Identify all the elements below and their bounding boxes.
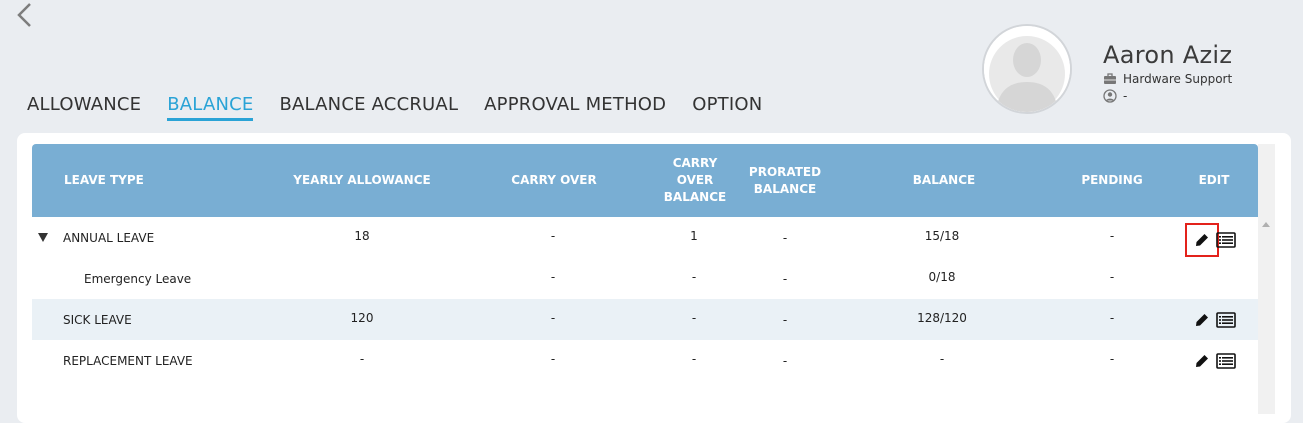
tab-option[interactable]: OPTION	[692, 94, 762, 121]
vertical-scrollbar[interactable]	[1258, 144, 1275, 414]
back-button[interactable]	[14, 2, 38, 28]
edit-pencil-button[interactable]	[1194, 312, 1210, 328]
edit-pencil-button[interactable]	[1185, 222, 1219, 257]
cell-yearly-allowance	[322, 258, 402, 299]
leave-balance-table: LEAVE TYPE YEARLY ALLOWANCE CARRY OVER C…	[32, 144, 1258, 381]
cell-pending: -	[1109, 270, 1115, 284]
user-circle-icon	[1103, 88, 1117, 103]
pencil-icon	[1196, 354, 1208, 367]
employee-name: Aaron Aziz	[1103, 41, 1233, 69]
cell-prorated-balance: -	[782, 271, 788, 286]
cell-yearly-allowance: 120	[350, 311, 374, 325]
header-carry-over: CARRY OVER	[511, 173, 597, 187]
row-edit-actions	[1185, 219, 1236, 260]
cell-yearly-allowance: -	[359, 352, 365, 366]
cell-leave-type: Emergency Leave	[84, 271, 192, 286]
cell-prorated-balance: -	[782, 312, 788, 327]
cell-yearly-allowance: 18	[354, 229, 370, 243]
list-details-icon[interactable]	[1216, 311, 1236, 328]
tab-balance-accrual[interactable]: BALANCE ACCRUAL	[279, 94, 458, 121]
table-row: ANNUAL LEAVE 18 - 1 - 15/18 -	[32, 217, 1258, 258]
list-details-icon[interactable]	[1216, 231, 1236, 248]
briefcase-icon	[1104, 72, 1116, 84]
table-row: SICK LEAVE 120 - - - 128/120 -	[32, 299, 1258, 340]
scroll-up-arrow-icon[interactable]	[1262, 222, 1270, 227]
pencil-icon	[1196, 233, 1208, 246]
cell-carry-over-balance: 1	[690, 229, 698, 243]
department-label: Hardware Support	[1123, 71, 1233, 86]
cell-pending: -	[1109, 311, 1115, 325]
header-balance: BALANCE	[912, 173, 976, 187]
row-edit-actions	[1194, 299, 1236, 340]
header-carry-over-balance: CARRY OVER BALANCE	[663, 156, 727, 204]
header-yearly-allowance: YEARLY ALLOWANCE	[293, 173, 431, 187]
cell-carry-over-balance: -	[691, 352, 697, 366]
expand-caret-icon[interactable]	[38, 233, 48, 242]
department-row: Hardware Support	[1103, 70, 1232, 87]
cell-carry-over-balance: -	[691, 270, 697, 284]
cell-balance: 128/120	[917, 311, 967, 325]
edit-pencil-button[interactable]	[1194, 353, 1210, 369]
row-edit-actions	[1194, 340, 1236, 381]
chevron-left-icon	[17, 3, 31, 27]
cell-balance: -	[939, 352, 945, 366]
tab-balance[interactable]: BALANCE	[167, 94, 254, 121]
cell-pending: -	[1109, 229, 1115, 243]
avatar[interactable]	[982, 24, 1072, 114]
manager-row: -	[1103, 87, 1232, 104]
cell-carry-over: -	[550, 270, 556, 284]
table-header: LEAVE TYPE YEARLY ALLOWANCE CARRY OVER C…	[32, 144, 1258, 217]
cell-balance: 0/18	[928, 270, 956, 284]
cell-balance: 15/18	[924, 229, 960, 243]
header-pending: PENDING	[1081, 173, 1143, 187]
tab-allowance[interactable]: ALLOWANCE	[27, 94, 141, 121]
cell-carry-over-balance: -	[691, 311, 697, 325]
profile-panel: Aaron Aziz Hardware Support -	[982, 24, 1232, 114]
cell-carry-over: -	[550, 229, 556, 243]
tab-approval-method[interactable]: APPROVAL METHOD	[484, 94, 666, 121]
header-prorated-balance: PRORATED BALANCE	[748, 164, 822, 196]
list-details-icon[interactable]	[1216, 352, 1236, 369]
cell-leave-type: SICK LEAVE	[63, 312, 132, 327]
cell-leave-type: REPLACEMENT LEAVE	[63, 353, 193, 368]
manager-label: -	[1123, 88, 1128, 103]
cell-prorated-balance: -	[782, 230, 788, 245]
user-placeholder-icon	[984, 26, 1070, 112]
header-leave-type: LEAVE TYPE	[64, 173, 144, 187]
cell-leave-type: ANNUAL LEAVE	[63, 230, 155, 245]
table-row: REPLACEMENT LEAVE - - - - - -	[32, 340, 1258, 381]
table-row: Emergency Leave - - - 0/18 -	[32, 258, 1258, 299]
cell-pending: -	[1109, 352, 1115, 366]
tab-bar: ALLOWANCE BALANCE BALANCE ACCRUAL APPROV…	[27, 94, 788, 121]
cell-carry-over: -	[550, 352, 556, 366]
cell-carry-over: -	[550, 311, 556, 325]
pencil-icon	[1196, 313, 1208, 326]
header-edit: EDIT	[1198, 173, 1230, 187]
cell-prorated-balance: -	[782, 353, 788, 368]
